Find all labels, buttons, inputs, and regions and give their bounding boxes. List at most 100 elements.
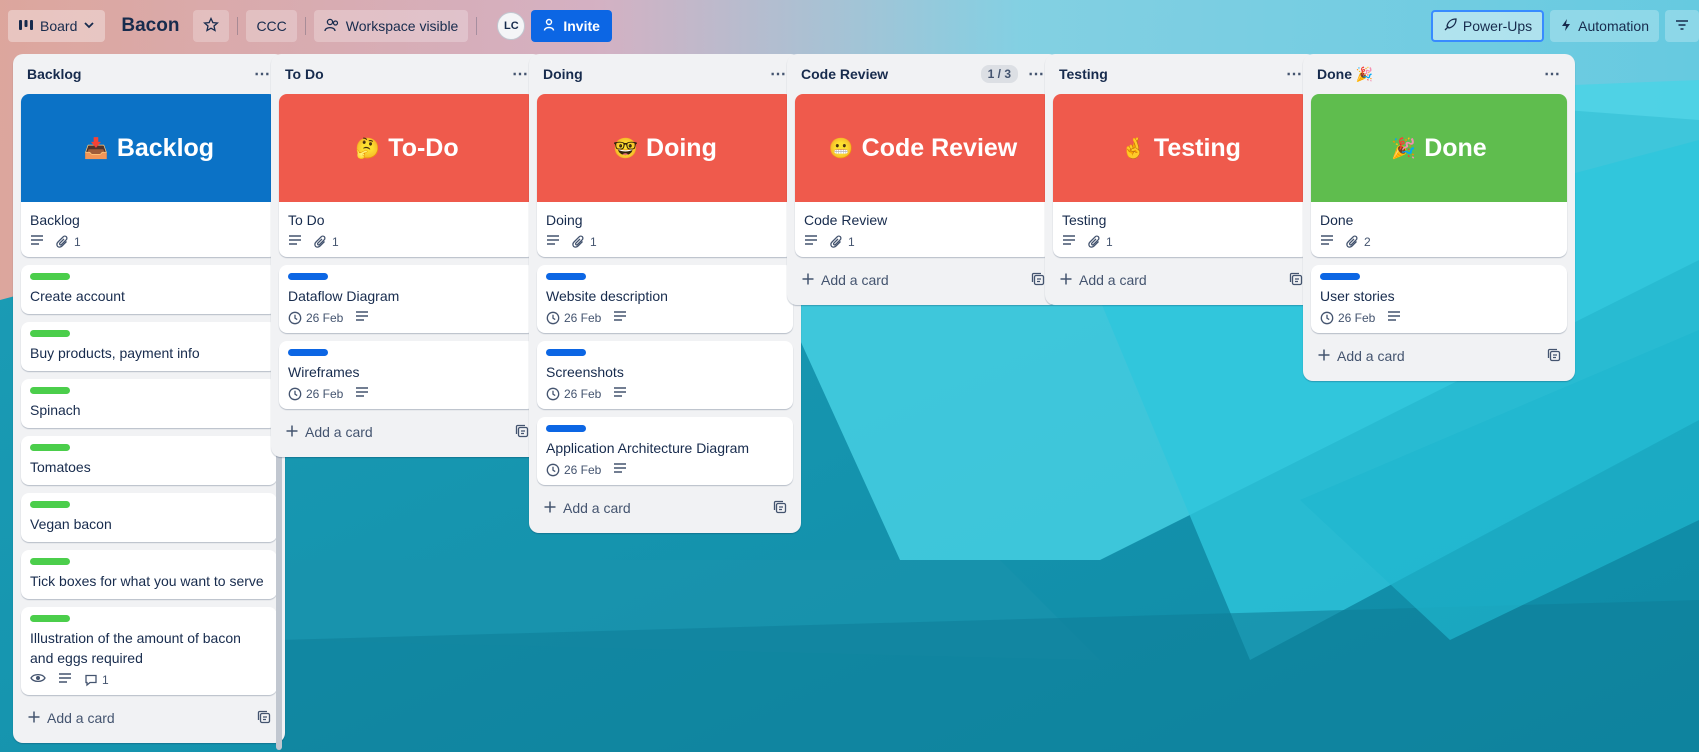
add-card-button[interactable]: Add a card	[285, 424, 373, 441]
card[interactable]: Vegan bacon	[21, 493, 277, 542]
card-body: Testing 1	[1053, 202, 1309, 257]
add-card-row: Add a card	[537, 489, 793, 527]
card[interactable]: Website description 26 Feb	[537, 265, 793, 333]
label-green[interactable]	[30, 273, 70, 280]
label-green[interactable]	[30, 558, 70, 565]
star-button[interactable]	[193, 10, 230, 42]
create-from-template-icon[interactable]	[1289, 272, 1303, 289]
list-title[interactable]: Done 🎉	[1317, 66, 1373, 83]
due-date-badge[interactable]: 26 Feb	[546, 311, 601, 325]
chevron-down-icon	[83, 18, 95, 34]
due-date-badge[interactable]: 26 Feb	[1320, 311, 1375, 325]
card[interactable]: Create account	[21, 265, 277, 314]
card-list: 🤓 Doing Doing 1 Website description 26 Feb Scr…	[537, 94, 793, 485]
label-green[interactable]	[30, 330, 70, 337]
card[interactable]: Application Architecture Diagram 26 Feb	[537, 417, 793, 485]
label-blue[interactable]	[546, 349, 586, 356]
create-from-template-icon[interactable]	[257, 710, 271, 727]
card-cover: 📥 Backlog	[21, 94, 277, 202]
description-icon	[355, 310, 369, 325]
view-switcher-button[interactable]: Board	[8, 10, 106, 42]
lightning-icon	[1560, 18, 1572, 35]
card-cover: 🤞 Testing	[1053, 94, 1309, 202]
card-title: Create account	[30, 288, 125, 304]
label-green[interactable]	[30, 615, 70, 622]
card[interactable]: Spinach	[21, 379, 277, 428]
label-blue[interactable]	[546, 425, 586, 432]
card[interactable]: Screenshots 26 Feb	[537, 341, 793, 409]
due-date-badge[interactable]: 26 Feb	[546, 463, 601, 477]
card[interactable]: Wireframes 26 Feb	[279, 341, 535, 409]
plus-icon	[285, 424, 299, 441]
add-card-button[interactable]: Add a card	[1317, 348, 1405, 365]
card-body: Done 2	[1311, 202, 1567, 257]
cover-card[interactable]: 📥 Backlog Backlog 1	[21, 94, 277, 257]
paperclip-icon	[1346, 234, 1360, 249]
card[interactable]: Dataflow Diagram 26 Feb	[279, 265, 535, 333]
cover-emoji: 😬	[828, 137, 854, 160]
create-from-template-icon[interactable]	[1031, 272, 1045, 289]
label-blue[interactable]	[546, 273, 586, 280]
due-date-badge[interactable]: 26 Feb	[288, 311, 343, 325]
list-header-actions: ⋯	[1286, 64, 1303, 84]
more-options-icon[interactable]: ⋯	[1544, 64, 1561, 84]
cover-card[interactable]: 🤞 Testing Testing 1	[1053, 94, 1309, 257]
due-date-badge[interactable]: 26 Feb	[546, 387, 601, 401]
cover-card[interactable]: 😬 Code Review Code Review 1	[795, 94, 1051, 257]
card-title: Tomatoes	[30, 459, 91, 475]
card[interactable]: Buy products, payment info	[21, 322, 277, 371]
avatar[interactable]: LC	[497, 12, 526, 40]
cover-card[interactable]: 🎉 Done Done 2	[1311, 94, 1567, 257]
workspace-button[interactable]: CCC	[246, 10, 297, 42]
header-divider	[237, 17, 239, 35]
add-card-button[interactable]: Add a card	[801, 272, 889, 289]
create-from-template-icon[interactable]	[1547, 348, 1561, 365]
add-card-button[interactable]: Add a card	[1059, 272, 1147, 289]
add-card-button[interactable]: Add a card	[27, 710, 115, 727]
list-title[interactable]: Doing	[543, 66, 583, 82]
card[interactable]: User stories 26 Feb	[1311, 265, 1567, 333]
more-options-icon[interactable]: ⋯	[254, 64, 271, 84]
automation-button[interactable]: Automation	[1550, 10, 1659, 42]
visibility-button[interactable]: Workspace visible	[313, 10, 469, 42]
attachment-badge: 1	[1088, 235, 1113, 249]
list-title[interactable]: Testing	[1059, 66, 1108, 82]
more-options-icon[interactable]: ⋯	[770, 64, 787, 84]
board-title[interactable]: Bacon	[121, 15, 179, 37]
create-from-template-icon[interactable]	[773, 500, 787, 517]
list-title[interactable]: Backlog	[27, 66, 81, 82]
card-badges: 1	[30, 672, 268, 687]
add-card-row: Add a card	[21, 699, 277, 737]
label-green[interactable]	[30, 387, 70, 394]
card[interactable]: Tick boxes for what you want to serve	[21, 550, 277, 599]
cover-card[interactable]: 🤔 To-Do To Do 1	[279, 94, 535, 257]
cover-card[interactable]: 🤓 Doing Doing 1	[537, 94, 793, 257]
list-title[interactable]: Code Review	[801, 66, 888, 82]
more-options-icon[interactable]: ⋯	[1028, 64, 1045, 84]
power-ups-button[interactable]: Power-Ups	[1430, 10, 1545, 42]
invite-button[interactable]: Invite	[531, 10, 612, 42]
card-body: Illustration of the amount of bacon and …	[21, 607, 277, 695]
plus-icon	[27, 710, 41, 727]
more-options-icon[interactable]: ⋯	[512, 64, 529, 84]
cover-emoji: 🤓	[613, 137, 639, 160]
create-from-template-icon[interactable]	[515, 424, 529, 441]
more-options-icon[interactable]: ⋯	[1286, 64, 1303, 84]
label-blue[interactable]	[288, 273, 328, 280]
label-blue[interactable]	[1320, 273, 1360, 280]
label-green[interactable]	[30, 501, 70, 508]
due-date-badge[interactable]: 26 Feb	[288, 387, 343, 401]
card[interactable]: Tomatoes	[21, 436, 277, 485]
card-body: Dataflow Diagram 26 Feb	[279, 265, 535, 333]
list-done: Done 🎉 ⋯ 🎉 Done Done 2 User stories 26 Feb Add a…	[1303, 54, 1575, 381]
add-card-label: Add a card	[305, 424, 373, 440]
card-title: Dataflow Diagram	[288, 288, 400, 304]
list-title[interactable]: To Do	[285, 66, 324, 82]
list-testing: Testing ⋯ 🤞 Testing Testing 1 Add a card	[1045, 54, 1317, 305]
add-card-button[interactable]: Add a card	[543, 500, 631, 517]
label-green[interactable]	[30, 444, 70, 451]
card-body: Tomatoes	[21, 436, 277, 485]
card[interactable]: Illustration of the amount of bacon and …	[21, 607, 277, 695]
filter-button[interactable]	[1665, 10, 1699, 42]
label-blue[interactable]	[288, 349, 328, 356]
